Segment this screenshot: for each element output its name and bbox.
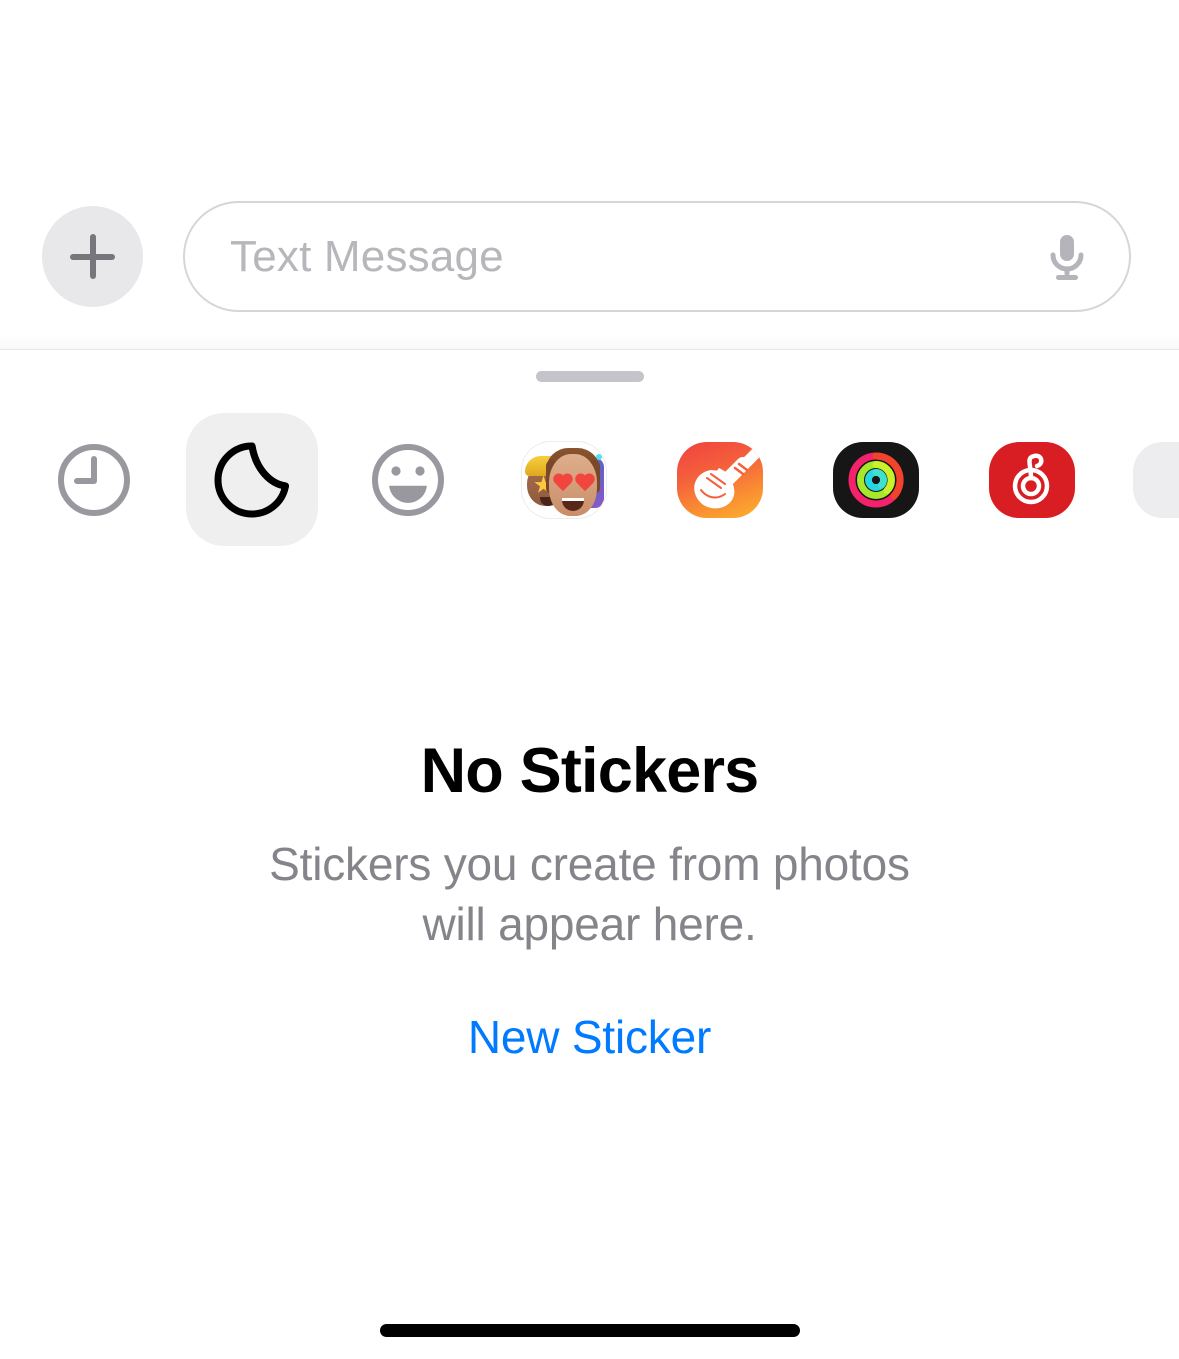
garageband-icon (677, 441, 763, 518)
memoji-stickers-icon (521, 440, 607, 519)
app-icon-inner (209, 437, 295, 523)
heart-eye-icon-right (574, 474, 596, 494)
netease-music-icon (989, 441, 1075, 518)
add-attachment-button[interactable] (42, 206, 143, 307)
app-icon-recents[interactable] (28, 411, 160, 548)
home-indicator[interactable] (379, 1324, 800, 1337)
smiley-icon (372, 443, 444, 516)
empty-state-subtitle-line1: Stickers you create from photos (269, 838, 910, 890)
app-icon-garageband[interactable] (654, 411, 786, 548)
new-sticker-button[interactable]: New Sticker (468, 1010, 711, 1064)
empty-state: No Stickers Stickers you create from pho… (0, 740, 1179, 1064)
activity-rings-icon (833, 441, 919, 518)
app-icon-memoji-stickers[interactable] (498, 411, 630, 548)
compose-bar: Text Message (0, 0, 1179, 350)
partial-app-icon: E (1133, 441, 1179, 518)
app-icon-inner (365, 437, 451, 523)
guitar-glyph (694, 441, 763, 508)
empty-state-subtitle: Stickers you create from photos will app… (0, 835, 1179, 955)
app-icon-inner (521, 437, 607, 523)
app-icon-inner (51, 437, 137, 523)
app-icon-partial-offscreen[interactable]: E (1133, 411, 1179, 548)
empty-state-title: No Stickers (420, 736, 760, 806)
app-icon-inner (989, 437, 1075, 523)
drawer-grabber-handle[interactable] (535, 371, 644, 382)
app-icon-fitness[interactable] (810, 411, 942, 548)
app-icon-inner (833, 437, 919, 523)
app-icon-stickers[interactable] (186, 411, 318, 548)
heart-eye-icon-left (552, 474, 574, 494)
app-icon-row[interactable]: E (0, 411, 1179, 548)
app-icon-inner (677, 437, 763, 523)
app-icon-netease-music[interactable] (966, 411, 1098, 548)
netease-music-glyph (1012, 453, 1050, 504)
message-input-placeholder: Text Message (230, 231, 504, 281)
sticker-peel-icon (214, 442, 289, 518)
empty-state-subtitle-line2: will appear here. (422, 897, 757, 950)
app-icon-emoji[interactable] (342, 411, 474, 548)
app-drawer: E No Stickers Stickers you create from p… (0, 350, 1179, 1359)
clock-icon (58, 443, 130, 516)
microphone-icon[interactable] (1035, 225, 1099, 289)
plus-icon-vertical (89, 234, 96, 279)
message-input-field[interactable]: Text Message (183, 201, 1131, 312)
activity-rings-glyph (848, 451, 904, 507)
